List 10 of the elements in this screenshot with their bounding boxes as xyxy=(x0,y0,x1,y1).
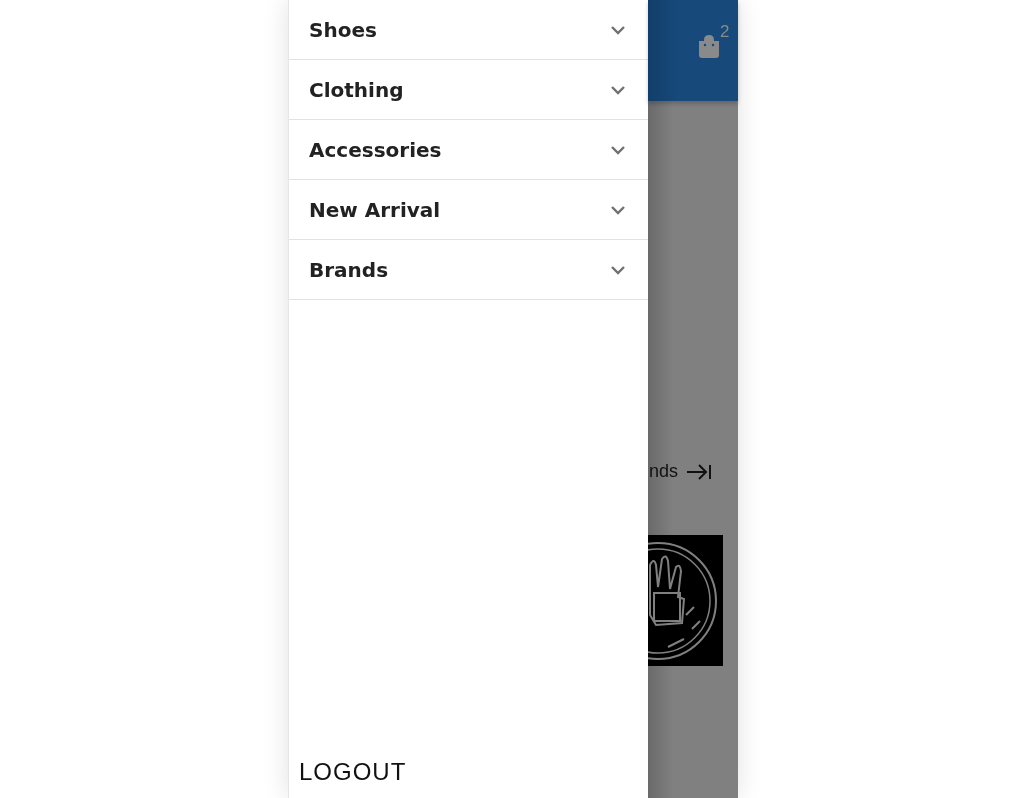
chevron-down-icon xyxy=(610,24,626,35)
chevron-down-icon xyxy=(610,84,626,95)
chevron-down-icon xyxy=(610,264,626,275)
shopping-bag-icon[interactable] xyxy=(698,34,720,58)
link-text[interactable]: nds xyxy=(649,461,679,482)
chevron-down-icon xyxy=(610,144,626,155)
logout-link[interactable]: LOGOUT xyxy=(289,758,407,798)
cart-count: 2 xyxy=(720,22,730,42)
arrow-right-bar-icon xyxy=(686,462,713,481)
chevron-down-icon xyxy=(610,204,626,215)
